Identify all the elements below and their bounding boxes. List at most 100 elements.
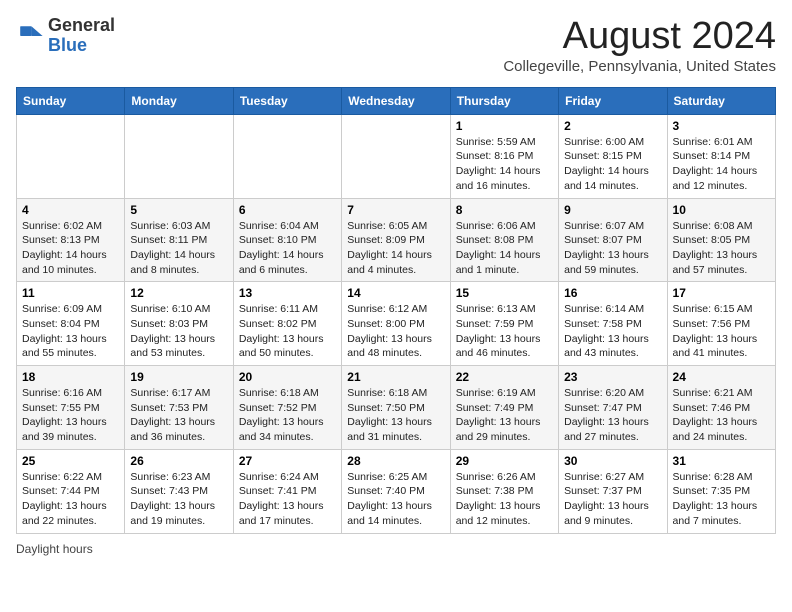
calendar-cell: 24 Sunrise: 6:21 AMSunset: 7:46 PMDayligh… — [667, 366, 775, 450]
calendar-cell — [233, 114, 341, 198]
calendar-week-row: 4Sunrise: 6:02 AMSunset: 8:13 PMDaylight… — [17, 198, 776, 282]
day-number: 5 — [130, 203, 227, 217]
calendar-table: SundayMondayTuesdayWednesdayThursdayFrid… — [16, 87, 776, 534]
weekday-header: Sunday — [17, 87, 125, 114]
calendar-week-row: 1 Sunrise: 5:59 AMSunset: 8:16 PMDaylight… — [17, 114, 776, 198]
calendar-week-row: 18 Sunrise: 6:16 AMSunset: 7:55 PMDayligh… — [17, 366, 776, 450]
day-info: Sunrise: 6:09 AMSunset: 8:04 PMDaylight:… — [22, 302, 119, 361]
day-number: 2 — [564, 119, 661, 133]
day-info: Sunrise: 6:06 AMSunset: 8:08 PMDaylight:… — [456, 219, 553, 278]
calendar-title: August 2024 — [503, 16, 776, 58]
day-number: 25 — [22, 454, 119, 468]
day-info: Sunrise: 6:24 AMSunset: 7:41 PMDaylight:… — [239, 470, 336, 529]
day-info: Sunrise: 6:26 AMSunset: 7:38 PMDaylight:… — [456, 470, 553, 529]
day-info: Sunrise: 6:21 AMSunset: 7:46 PMDaylight:… — [673, 386, 770, 445]
calendar-cell: 29 Sunrise: 6:26 AMSunset: 7:38 PMDayligh… — [450, 449, 558, 533]
weekday-header: Friday — [559, 87, 667, 114]
day-number: 28 — [347, 454, 444, 468]
calendar-cell: 9 Sunrise: 6:07 AMSunset: 8:07 PMDaylight… — [559, 198, 667, 282]
day-number: 29 — [456, 454, 553, 468]
day-number: 30 — [564, 454, 661, 468]
logo-general-text: General — [48, 15, 115, 35]
calendar-cell: 14Sunrise: 6:12 AMSunset: 8:00 PMDayligh… — [342, 282, 450, 366]
weekday-header: Monday — [125, 87, 233, 114]
footer-note: Daylight hours — [16, 542, 776, 556]
day-number: 19 — [130, 370, 227, 384]
calendar-cell: 1 Sunrise: 5:59 AMSunset: 8:16 PMDaylight… — [450, 114, 558, 198]
logo-blue-text: Blue — [48, 35, 87, 55]
calendar-cell: 30Sunrise: 6:27 AMSunset: 7:37 PMDayligh… — [559, 449, 667, 533]
calendar-cell: 13 Sunrise: 6:11 AMSunset: 8:02 PMDayligh… — [233, 282, 341, 366]
calendar-cell: 17 Sunrise: 6:15 AMSunset: 7:56 PMDayligh… — [667, 282, 775, 366]
weekday-header: Wednesday — [342, 87, 450, 114]
day-info: Sunrise: 6:19 AMSunset: 7:49 PMDaylight:… — [456, 386, 553, 445]
day-info: Sunrise: 5:59 AMSunset: 8:16 PMDaylight:… — [456, 135, 553, 194]
logo-icon — [16, 22, 44, 50]
calendar-cell: 11 Sunrise: 6:09 AMSunset: 8:04 PMDayligh… — [17, 282, 125, 366]
calendar-cell: 7Sunrise: 6:05 AMSunset: 8:09 PMDaylight… — [342, 198, 450, 282]
weekday-header: Saturday — [667, 87, 775, 114]
day-info: Sunrise: 6:01 AMSunset: 8:14 PMDaylight:… — [673, 135, 770, 194]
calendar-cell: 19 Sunrise: 6:17 AMSunset: 7:53 PMDayligh… — [125, 366, 233, 450]
day-info: Sunrise: 6:02 AMSunset: 8:13 PMDaylight:… — [22, 219, 119, 278]
calendar-cell: 31Sunrise: 6:28 AMSunset: 7:35 PMDayligh… — [667, 449, 775, 533]
day-number: 6 — [239, 203, 336, 217]
day-number: 21 — [347, 370, 444, 384]
day-info: Sunrise: 6:28 AMSunset: 7:35 PMDaylight:… — [673, 470, 770, 529]
calendar-cell: 22 Sunrise: 6:19 AMSunset: 7:49 PMDayligh… — [450, 366, 558, 450]
calendar-body: 1 Sunrise: 5:59 AMSunset: 8:16 PMDaylight… — [17, 114, 776, 533]
day-number: 15 — [456, 286, 553, 300]
calendar-cell: 21 Sunrise: 6:18 AMSunset: 7:50 PMDayligh… — [342, 366, 450, 450]
day-number: 18 — [22, 370, 119, 384]
day-info: Sunrise: 6:17 AMSunset: 7:53 PMDaylight:… — [130, 386, 227, 445]
calendar-week-row: 11 Sunrise: 6:09 AMSunset: 8:04 PMDayligh… — [17, 282, 776, 366]
calendar-cell — [17, 114, 125, 198]
weekday-row: SundayMondayTuesdayWednesdayThursdayFrid… — [17, 87, 776, 114]
calendar-header: SundayMondayTuesdayWednesdayThursdayFrid… — [17, 87, 776, 114]
day-number: 26 — [130, 454, 227, 468]
title-section: August 2024 Collegeville, Pennsylvania, … — [503, 16, 776, 75]
day-number: 3 — [673, 119, 770, 133]
day-info: Sunrise: 6:07 AMSunset: 8:07 PMDaylight:… — [564, 219, 661, 278]
day-info: Sunrise: 6:18 AMSunset: 7:50 PMDaylight:… — [347, 386, 444, 445]
calendar-cell: 25 Sunrise: 6:22 AMSunset: 7:44 PMDayligh… — [17, 449, 125, 533]
weekday-header: Tuesday — [233, 87, 341, 114]
calendar-cell: 5 Sunrise: 6:03 AMSunset: 8:11 PMDaylight… — [125, 198, 233, 282]
day-info: Sunrise: 6:15 AMSunset: 7:56 PMDaylight:… — [673, 302, 770, 361]
day-info: Sunrise: 6:16 AMSunset: 7:55 PMDaylight:… — [22, 386, 119, 445]
day-number: 14 — [347, 286, 444, 300]
logo-text: General Blue — [48, 16, 115, 56]
day-info: Sunrise: 6:18 AMSunset: 7:52 PMDaylight:… — [239, 386, 336, 445]
day-number: 8 — [456, 203, 553, 217]
day-number: 1 — [456, 119, 553, 133]
day-number: 24 — [673, 370, 770, 384]
day-info: Sunrise: 6:20 AMSunset: 7:47 PMDaylight:… — [564, 386, 661, 445]
day-number: 22 — [456, 370, 553, 384]
calendar-cell — [125, 114, 233, 198]
calendar-cell: 23Sunrise: 6:20 AMSunset: 7:47 PMDayligh… — [559, 366, 667, 450]
logo: General Blue — [16, 16, 115, 56]
calendar-cell: 2 Sunrise: 6:00 AMSunset: 8:15 PMDaylight… — [559, 114, 667, 198]
weekday-header: Thursday — [450, 87, 558, 114]
day-info: Sunrise: 6:00 AMSunset: 8:15 PMDaylight:… — [564, 135, 661, 194]
calendar-cell: 3 Sunrise: 6:01 AMSunset: 8:14 PMDaylight… — [667, 114, 775, 198]
calendar-cell — [342, 114, 450, 198]
calendar-cell: 28Sunrise: 6:25 AMSunset: 7:40 PMDayligh… — [342, 449, 450, 533]
calendar-cell: 10Sunrise: 6:08 AMSunset: 8:05 PMDayligh… — [667, 198, 775, 282]
day-number: 7 — [347, 203, 444, 217]
day-number: 10 — [673, 203, 770, 217]
day-info: Sunrise: 6:03 AMSunset: 8:11 PMDaylight:… — [130, 219, 227, 278]
day-number: 11 — [22, 286, 119, 300]
day-info: Sunrise: 6:22 AMSunset: 7:44 PMDaylight:… — [22, 470, 119, 529]
day-number: 9 — [564, 203, 661, 217]
day-info: Sunrise: 6:10 AMSunset: 8:03 PMDaylight:… — [130, 302, 227, 361]
day-number: 13 — [239, 286, 336, 300]
day-number: 20 — [239, 370, 336, 384]
calendar-cell: 4Sunrise: 6:02 AMSunset: 8:13 PMDaylight… — [17, 198, 125, 282]
day-info: Sunrise: 6:11 AMSunset: 8:02 PMDaylight:… — [239, 302, 336, 361]
calendar-cell: 12Sunrise: 6:10 AMSunset: 8:03 PMDayligh… — [125, 282, 233, 366]
day-info: Sunrise: 6:13 AMSunset: 7:59 PMDaylight:… — [456, 302, 553, 361]
day-number: 17 — [673, 286, 770, 300]
header: General Blue August 2024 Collegeville, P… — [16, 16, 776, 75]
calendar-cell: 15 Sunrise: 6:13 AMSunset: 7:59 PMDayligh… — [450, 282, 558, 366]
